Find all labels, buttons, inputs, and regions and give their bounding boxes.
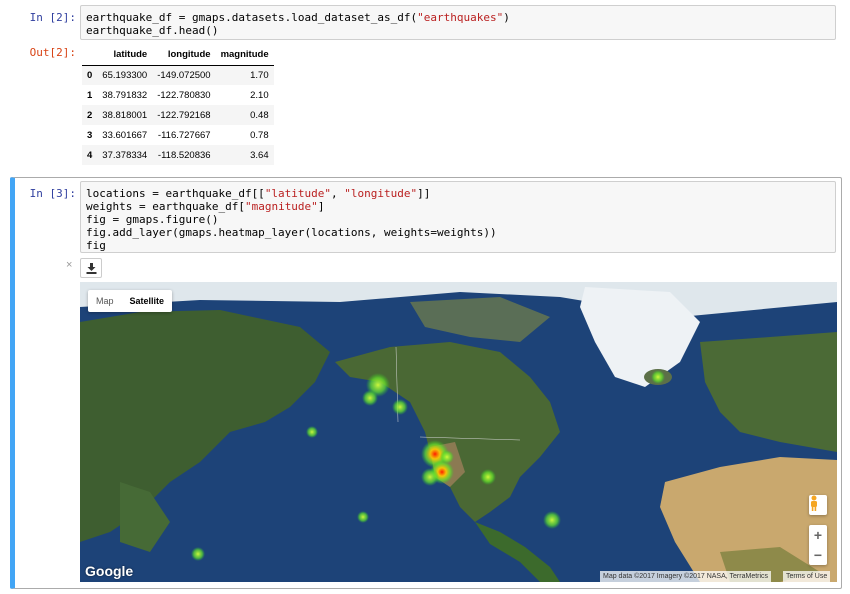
map-type-map-button[interactable]: Map xyxy=(88,290,122,312)
column-header-latitude: latitude xyxy=(97,45,153,66)
cell-longitude: -118.520836 xyxy=(157,149,211,161)
column-header-magnitude: magnitude xyxy=(215,45,274,66)
cell-latitude: 65.193300 xyxy=(102,69,148,81)
in-prompt-3: In [3]: xyxy=(29,187,76,200)
cell-longitude: -122.792168 xyxy=(157,109,211,121)
table-row: 0 65.193300 -149.072500 1.70 xyxy=(82,65,274,85)
cell-magnitude: 2.10 xyxy=(250,89,269,101)
cell-latitude: 38.791832 xyxy=(102,89,148,101)
code-string-token: "magnitude" xyxy=(244,200,318,213)
code-token: weights = earthquake_df[ xyxy=(86,200,245,213)
cell-longitude: -149.072500 xyxy=(157,69,211,81)
code-line: earthquake_df = gmaps.datasets.load_data… xyxy=(86,11,830,24)
row-index: 3 xyxy=(87,129,93,141)
code-line: locations = earthquake_df[["latitude", "… xyxy=(86,187,830,200)
table-row: 1 38.791832 -122.780830 2.10 xyxy=(82,85,274,105)
code-token: locations = earthquake_df[[ xyxy=(86,187,265,200)
table-row: 3 33.601667 -116.727667 0.78 xyxy=(82,125,274,145)
close-output-icon[interactable]: × xyxy=(66,259,72,271)
map-type-satellite-button[interactable]: Satellite xyxy=(122,290,173,312)
table-row: 2 38.818001 -122.792168 0.48 xyxy=(82,105,274,125)
cell-latitude: 33.601667 xyxy=(102,129,148,141)
street-view-button[interactable] xyxy=(809,495,827,515)
cell-magnitude: 1.70 xyxy=(250,69,269,81)
in-prompt-2: In [2]: xyxy=(29,11,76,24)
zoom-in-button[interactable]: + xyxy=(809,525,827,545)
code-string-token: "latitude" xyxy=(264,187,332,200)
map-attribution: Map data ©2017 Imagery ©2017 NASA, Terra… xyxy=(600,571,772,582)
zoom-control: + − xyxy=(809,525,827,565)
code-token: fig xyxy=(86,239,106,252)
row-index: 4 xyxy=(87,149,93,161)
table-row: 4 37.378334 -118.520836 3.64 xyxy=(82,145,274,165)
cell-longitude: -122.780830 xyxy=(157,89,211,101)
cell-latitude: 37.378334 xyxy=(102,149,148,161)
code-token: fig.add_layer(gmaps.heatmap_layer(locati… xyxy=(86,226,497,239)
code-input-cell-3[interactable]: locations = earthquake_df[["latitude", "… xyxy=(80,181,836,253)
code-token: fig = gmaps.figure() xyxy=(86,213,219,226)
code-token: ] xyxy=(317,200,325,213)
code-token: ]] xyxy=(417,187,431,200)
code-line: weights = earthquake_df["magnitude"] xyxy=(86,200,830,213)
row-index: 2 xyxy=(87,109,93,121)
code-token: , xyxy=(331,187,345,200)
pegman-icon xyxy=(811,495,817,511)
out-prompt-2: Out[2]: xyxy=(29,46,76,59)
row-index: 1 xyxy=(87,89,93,101)
code-line: fig = gmaps.figure() xyxy=(86,213,830,226)
code-line: earthquake_df.head() xyxy=(86,24,830,37)
cell-longitude: -116.727667 xyxy=(157,129,211,141)
row-index: 0 xyxy=(87,69,93,81)
code-line: fig xyxy=(86,239,830,252)
terms-of-use-link[interactable]: Terms of Use xyxy=(783,571,831,582)
code-line: fig.add_layer(gmaps.heatmap_layer(locati… xyxy=(86,226,830,239)
code-token: ) xyxy=(503,11,510,24)
index-header xyxy=(82,45,98,66)
code-string-token: "longitude" xyxy=(344,187,418,200)
cell-magnitude: 3.64 xyxy=(250,149,269,161)
map-imagery xyxy=(80,282,837,582)
map-type-control: Map Satellite xyxy=(88,290,173,312)
zoom-out-button[interactable]: − xyxy=(809,545,827,565)
cell-magnitude: 0.78 xyxy=(250,129,269,141)
gmaps-satellite-map[interactable]: Map Satellite + − Google Map data ©2017 … xyxy=(80,282,837,582)
code-string-token: "earthquakes" xyxy=(417,11,504,24)
code-token: earthquake_df.head() xyxy=(86,24,219,37)
column-header-longitude: longitude xyxy=(152,45,216,66)
dataframe-table: latitude longitude magnitude 0 65.193300-… xyxy=(82,45,274,165)
download-button[interactable] xyxy=(80,258,102,278)
code-token: earthquake_df = gmaps.datasets.load_data… xyxy=(86,11,418,24)
cell-latitude: 38.818001 xyxy=(102,109,148,121)
google-logo: Google xyxy=(85,563,134,579)
code-input-cell-2[interactable]: earthquake_df = gmaps.datasets.load_data… xyxy=(80,5,836,40)
table-header-row: latitude longitude magnitude xyxy=(82,45,274,66)
cell-magnitude: 0.48 xyxy=(250,109,269,121)
download-icon xyxy=(86,262,96,274)
